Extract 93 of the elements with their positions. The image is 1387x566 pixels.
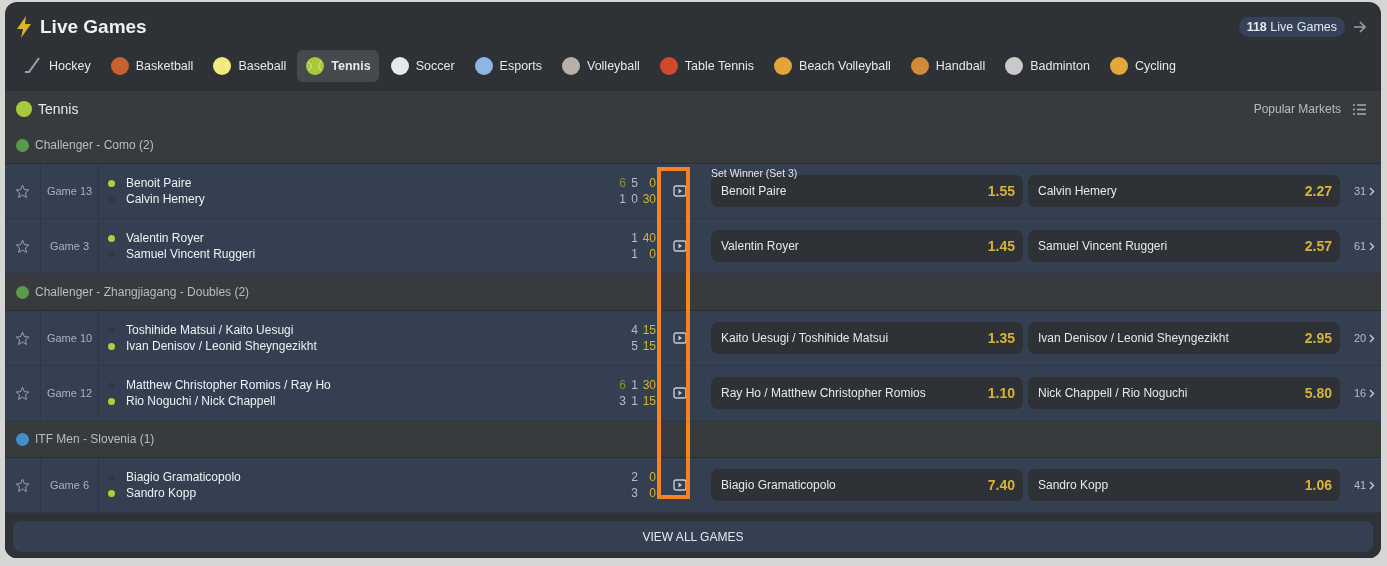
score: 1 xyxy=(630,394,638,408)
player-name: Toshihide Matsui / Kaito Uesugi xyxy=(126,323,294,337)
odds-button[interactable]: Kaito Uesugi / Toshihide Matsui 1.35 xyxy=(711,322,1023,354)
chevron-right-icon[interactable] xyxy=(1369,333,1376,343)
view-all-games-button[interactable]: VIEW ALL GAMES xyxy=(13,521,1373,552)
sport-tab[interactable]: Tennis xyxy=(297,50,379,82)
more-markets-link[interactable]: 41 xyxy=(1354,479,1376,491)
video-icon[interactable] xyxy=(673,185,687,197)
sport-tab[interactable]: Beach Volleyball xyxy=(765,50,899,82)
score: 30 xyxy=(642,378,656,392)
list-icon[interactable] xyxy=(1353,103,1366,115)
game-label: Game 12 xyxy=(46,387,93,399)
player-name: Valentin Royer xyxy=(126,231,204,245)
live-games-count-link[interactable]: 118 Live Games xyxy=(1238,17,1345,37)
star-icon[interactable] xyxy=(15,330,30,346)
more-markets-link[interactable]: 31 xyxy=(1354,185,1376,197)
score: 2 xyxy=(630,470,638,484)
league-name[interactable]: Challenger - Zhangjiagang - Doubles (2) xyxy=(35,285,250,299)
odds-button[interactable]: Sandro Kopp 1.06 xyxy=(1028,469,1340,501)
score: 6 xyxy=(618,176,626,190)
video-icon[interactable] xyxy=(673,387,687,399)
score: 15 xyxy=(642,394,656,408)
player-name: Rio Noguchi / Nick Chappell xyxy=(126,394,276,408)
more-markets-link[interactable]: 16 xyxy=(1354,387,1376,399)
score: 1 xyxy=(618,192,626,206)
player-name: Samuel Vincent Ruggeri xyxy=(126,247,256,261)
score: 0 xyxy=(648,247,656,261)
star-icon[interactable] xyxy=(15,477,30,493)
game-label: Game 13 xyxy=(46,185,93,197)
chevron-right-icon[interactable] xyxy=(1369,480,1376,490)
score: 0 xyxy=(648,176,656,190)
lightning-icon xyxy=(16,16,32,38)
sport-tab[interactable]: Esports xyxy=(465,50,550,82)
arrow-right-icon[interactable] xyxy=(1353,21,1367,33)
more-markets-link[interactable]: 20 xyxy=(1354,332,1376,344)
video-icon[interactable] xyxy=(673,240,687,252)
player-name: Biagio Gramaticopolo xyxy=(126,470,241,484)
sport-tab[interactable]: Volleyball xyxy=(553,50,648,82)
section-title: Tennis xyxy=(38,101,79,117)
league-name[interactable]: ITF Men - Slovenia (1) xyxy=(35,432,155,446)
odds-button[interactable]: Biagio Gramaticopolo 7.40 xyxy=(711,469,1023,501)
game-label: Game 6 xyxy=(49,479,90,491)
sport-tab[interactable]: Table Tennis xyxy=(650,50,763,82)
sport-tab[interactable]: Hockey xyxy=(15,50,99,82)
score: 0 xyxy=(630,192,638,206)
chevron-right-icon[interactable] xyxy=(1369,186,1376,196)
odds-button[interactable]: Valentin Royer 1.45 xyxy=(711,230,1023,262)
hockey-stick-icon xyxy=(23,56,43,76)
star-icon[interactable] xyxy=(15,183,30,199)
panel-title: Live Games xyxy=(40,16,147,38)
player-name: Ivan Denisov / Leonid Sheyngezikht xyxy=(126,339,317,353)
star-icon[interactable] xyxy=(15,238,30,254)
popular-markets-label[interactable]: Popular Markets xyxy=(1253,102,1341,116)
sport-tab[interactable]: Basketball xyxy=(101,50,202,82)
sport-tab[interactable]: Cycling xyxy=(1100,50,1184,82)
player-name: Sandro Kopp xyxy=(126,486,197,500)
league-name[interactable]: Challenger - Como (2) xyxy=(35,138,154,152)
star-icon[interactable] xyxy=(15,385,30,401)
score: 0 xyxy=(648,470,656,484)
game-label: Game 10 xyxy=(46,332,93,344)
player-name: Matthew Christopher Romios / Ray Ho xyxy=(126,378,331,392)
score: 1 xyxy=(630,378,638,392)
odds-button[interactable]: Ivan Denisov / Leonid Sheyngezikht 2.95 xyxy=(1028,322,1340,354)
odds-button[interactable]: Nick Chappell / Rio Noguchi 5.80 xyxy=(1028,377,1340,409)
odds-button[interactable]: Samuel Vincent Ruggeri 2.57 xyxy=(1028,230,1340,262)
player-name: Calvin Hemery xyxy=(126,192,205,206)
player-name: Benoit Paire xyxy=(126,176,192,190)
chevron-right-icon[interactable] xyxy=(1369,241,1376,251)
score: 1 xyxy=(630,231,638,245)
score: 1 xyxy=(630,247,638,261)
sport-tab[interactable]: Badminton xyxy=(996,50,1098,82)
baseball-icon xyxy=(212,56,233,76)
sport-tab[interactable]: Handball xyxy=(901,50,994,82)
chevron-right-icon[interactable] xyxy=(1369,388,1376,398)
score: 15 xyxy=(642,339,656,353)
game-label: Game 3 xyxy=(49,240,90,252)
sport-tab[interactable]: Soccer xyxy=(381,50,463,82)
video-icon[interactable] xyxy=(673,479,687,491)
video-icon[interactable] xyxy=(673,332,687,344)
score: 5 xyxy=(630,339,638,353)
sport-tab[interactable]: Baseball xyxy=(204,50,295,82)
more-markets-link[interactable]: 61 xyxy=(1354,240,1376,252)
score: 6 xyxy=(618,378,626,392)
score: 3 xyxy=(630,486,638,500)
score: 0 xyxy=(648,486,656,500)
score: 30 xyxy=(642,192,656,206)
odds-button[interactable]: Calvin Hemery 2.27 xyxy=(1028,175,1340,207)
score: 4 xyxy=(630,323,638,337)
score: 3 xyxy=(618,394,626,408)
score: 40 xyxy=(642,231,656,245)
score: 5 xyxy=(630,176,638,190)
odds-button[interactable]: Ray Ho / Matthew Christopher Romios 1.10 xyxy=(711,377,1023,409)
score: 15 xyxy=(642,323,656,337)
